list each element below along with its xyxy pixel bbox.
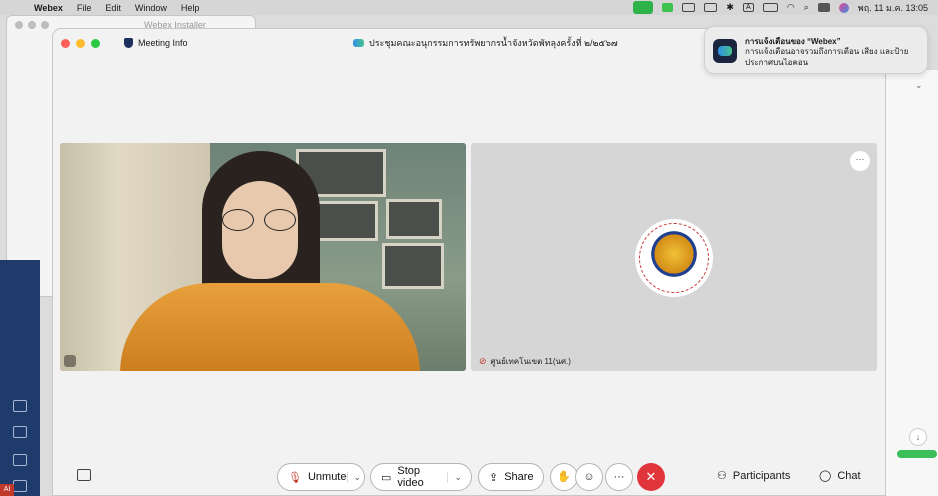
person-body	[120, 283, 420, 371]
close-button-inactive[interactable]	[15, 21, 23, 29]
minimize-button-inactive[interactable]	[28, 21, 36, 29]
siri-icon[interactable]	[838, 2, 849, 13]
meeting-info-label: Meeting Info	[138, 38, 188, 48]
close-button[interactable]	[61, 38, 70, 48]
glasses	[218, 209, 306, 231]
end-call-button[interactable]: ✕	[637, 463, 665, 491]
raise-hand-icon[interactable]: ✋	[550, 463, 578, 491]
unmute-label: Unmute	[307, 471, 347, 483]
input-source-icon[interactable]: A	[742, 3, 754, 12]
spotlight-icon[interactable]: ⌕	[804, 2, 809, 13]
participant-avatar-logo	[635, 219, 713, 297]
menu-help[interactable]: Help	[181, 3, 200, 13]
green-indicator	[897, 450, 937, 458]
menubar-clock[interactable]: พฤ. 11 ม.ค. 13:05	[858, 1, 928, 15]
switch-tray-icon[interactable]	[704, 3, 718, 12]
stop-video-button[interactable]: ▭ Stop video ⌄	[370, 463, 472, 491]
zoom-button[interactable]	[91, 38, 100, 48]
chat-icon: ◯	[819, 470, 832, 482]
mic-muted-icon: ⊘	[479, 356, 487, 366]
tile-more-options-button[interactable]: ···	[850, 151, 870, 171]
background-app-sidebar: AI	[0, 260, 40, 496]
crop-icon[interactable]	[13, 426, 27, 438]
participants-icon: ⚇	[717, 470, 727, 482]
participant-name-label: ⊘ ศูนย์เทคโนเขต 11(นศ.)	[479, 355, 571, 368]
menu-edit[interactable]: Edit	[105, 3, 121, 13]
more-options-button[interactable]: ···	[605, 463, 633, 491]
notification-banner[interactable]: การแจ้งเตือนของ “Webex” การแจ้งเตือนอาจร…	[704, 26, 928, 74]
shield-icon	[124, 38, 133, 48]
participants-button[interactable]: ⚇ Participants	[717, 469, 791, 483]
meeting-info-button[interactable]: Meeting Info	[124, 38, 188, 48]
background-window-right: ⌄ ↓	[884, 70, 938, 496]
webex-logo-icon	[353, 39, 364, 47]
wall-picture	[316, 201, 378, 241]
menu-file[interactable]: File	[77, 3, 92, 13]
stop-video-label: Stop video	[397, 465, 424, 489]
battery-icon[interactable]	[762, 3, 778, 12]
reactions-icon[interactable]: ☺	[575, 463, 603, 491]
chat-button[interactable]: ◯ Chat	[819, 469, 861, 483]
wall-picture	[386, 199, 442, 239]
share-label: Share	[504, 471, 534, 483]
video-icon[interactable]	[13, 400, 27, 412]
menu-app-name[interactable]: Webex	[34, 3, 63, 13]
unmute-button[interactable]: 🎙︎ Unmute ⌄	[277, 463, 365, 491]
control-center-icon[interactable]	[817, 3, 830, 12]
settings-icon[interactable]	[13, 480, 27, 492]
bluetooth-icon[interactable]: ✱	[726, 2, 734, 13]
camera-icon: ▭	[381, 471, 392, 484]
participant-status-icon	[64, 355, 76, 367]
camera-tray-icon[interactable]	[633, 1, 654, 14]
participant-video-tile[interactable]	[60, 143, 466, 371]
share-button[interactable]: ⇪ Share	[478, 463, 544, 491]
ai-badge: AI	[0, 484, 14, 496]
mic-muted-icon: 🎙︎	[288, 471, 302, 484]
wall-picture	[382, 243, 444, 289]
meeting-title: ประชุมคณะอนุกรรมการทรัพยากรน้ำจังหวัดพัท…	[353, 36, 618, 50]
macos-menubar: Webex File Edit Window Help ✱ A ◠ ⌕ พฤ. …	[0, 0, 938, 15]
chevron-down-icon[interactable]: ⌄	[915, 80, 923, 91]
captions-icon[interactable]	[77, 469, 91, 481]
meeting-controls: 🎙︎ Unmute ⌄ ▭ Stop video ⌄ ⇪ Share ✋ ☺ ·…	[53, 461, 885, 495]
notification-body: การแจ้งเตือนอาจรวมถึงการเตือน เสียง และป…	[745, 47, 909, 67]
menu-window[interactable]: Window	[135, 3, 167, 13]
chevron-down-icon[interactable]: ⌄	[346, 471, 361, 483]
zoom-button-inactive[interactable]	[41, 21, 49, 29]
line-tray-icon[interactable]	[662, 3, 674, 12]
app-tray-icon[interactable]	[682, 3, 696, 12]
chevron-down-icon[interactable]: ⌄	[447, 471, 462, 483]
bookmark-icon[interactable]	[13, 454, 27, 466]
minimize-button[interactable]	[76, 38, 85, 48]
webex-app-icon	[713, 39, 737, 63]
participants-label: Participants	[732, 469, 791, 482]
participant-name: ศูนย์เทคโนเขต 11(นศ.)	[490, 357, 571, 366]
share-screen-icon: ⇪	[489, 471, 499, 484]
chat-label: Chat	[837, 469, 861, 482]
wifi-icon[interactable]: ◠	[787, 2, 795, 13]
meeting-title-text: ประชุมคณะอนุกรรมการทรัพยากรน้ำจังหวัดพัท…	[369, 38, 618, 48]
participant-avatar-tile[interactable]: ··· ⊘ ศูนย์เทคโนเขต 11(นศ.)	[471, 143, 877, 371]
scroll-down-icon[interactable]: ↓	[909, 428, 927, 446]
